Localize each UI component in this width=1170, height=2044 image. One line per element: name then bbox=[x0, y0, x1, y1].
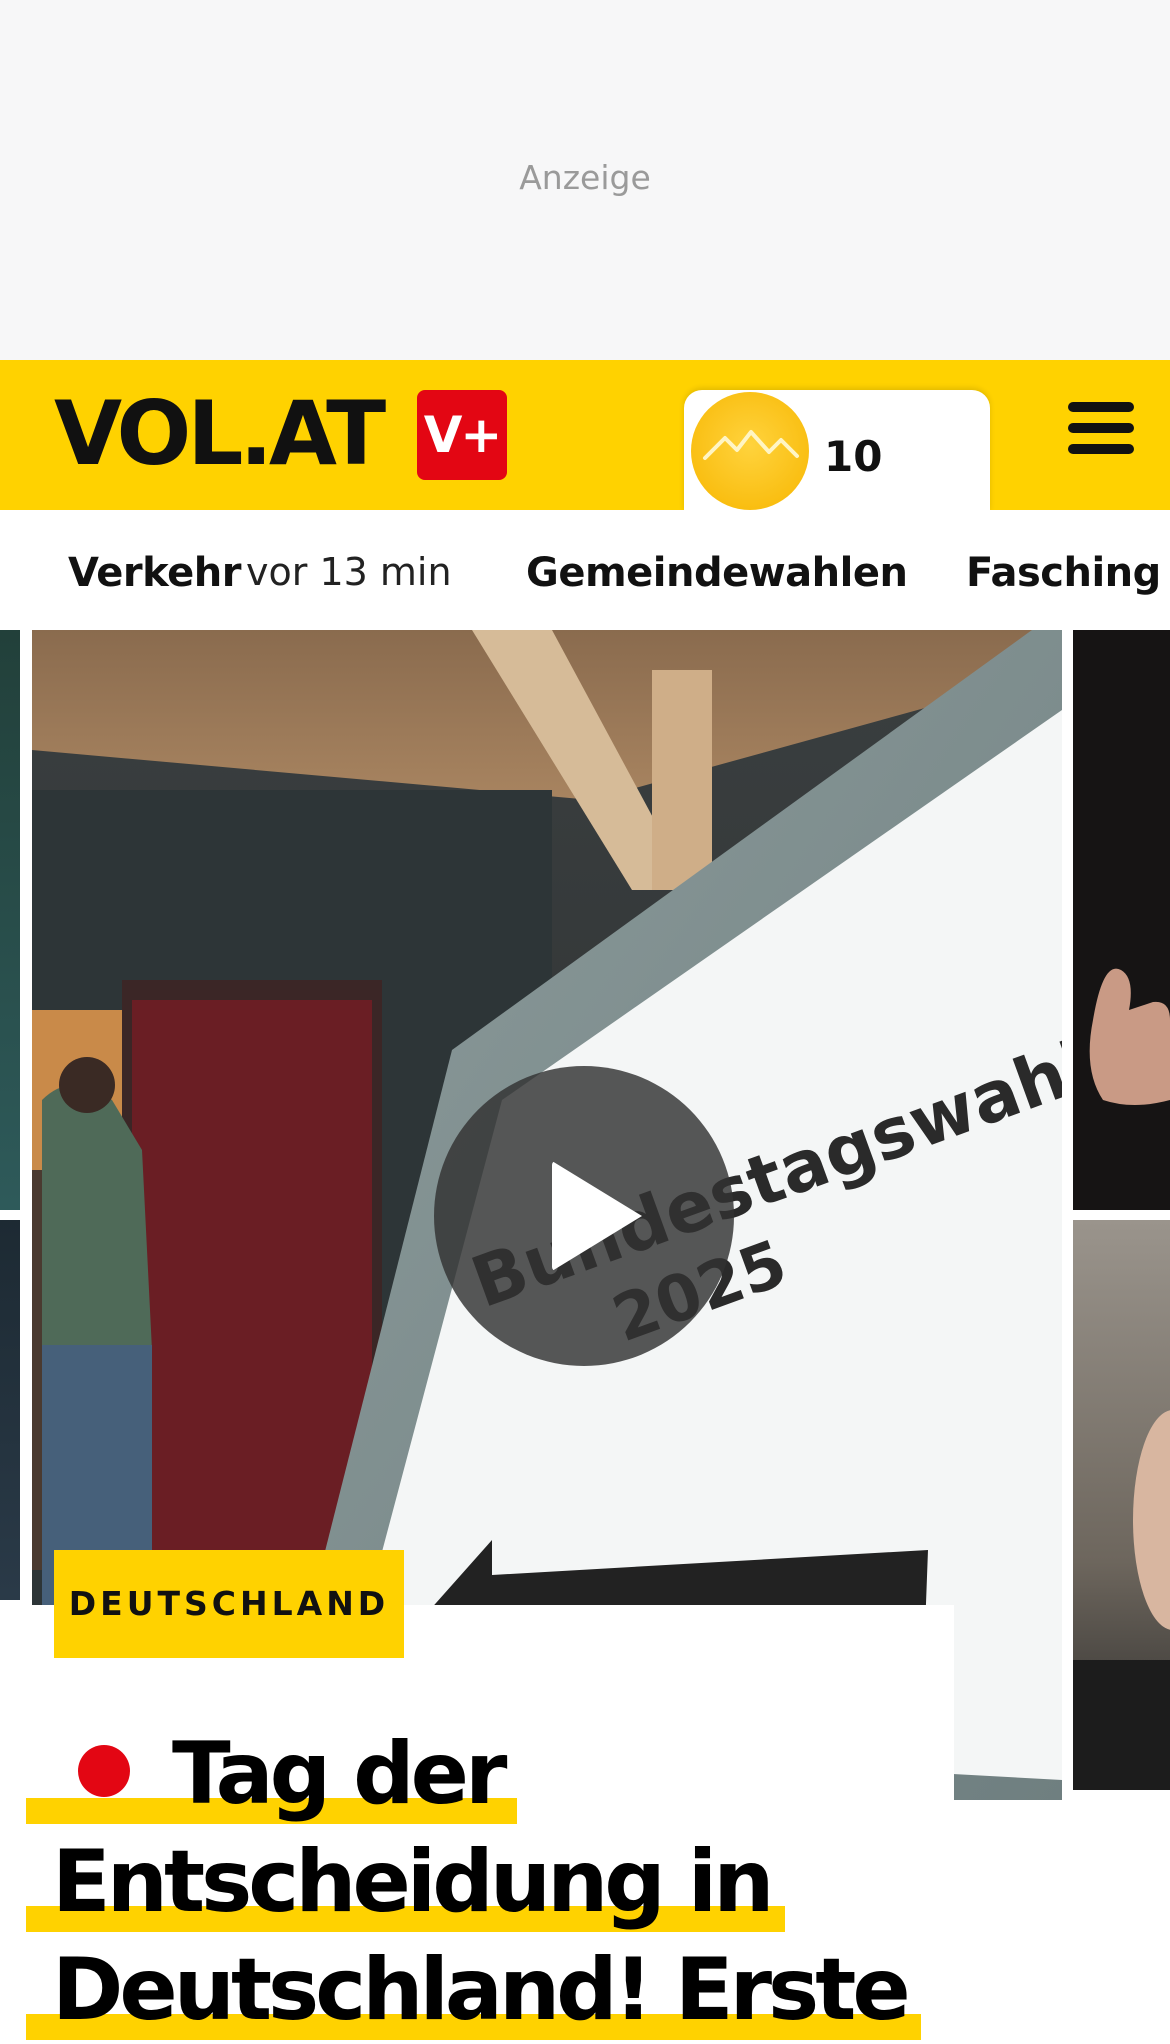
site-logo[interactable]: VOL.AT bbox=[54, 384, 386, 484]
sun-mountains-icon bbox=[691, 392, 809, 510]
vplus-badge[interactable]: V+ bbox=[417, 390, 507, 480]
nav-item-fasching[interactable]: Fasching bbox=[966, 550, 1161, 596]
story-carousel[interactable]: Bundestagswahl 2025 DEUTSCHLAND Tag der … bbox=[0, 630, 1170, 2040]
site-header: VOL.AT V+ 10 bbox=[0, 360, 1170, 512]
hamburger-menu-icon[interactable] bbox=[1068, 402, 1138, 454]
headline-line-2: Entscheidung in bbox=[52, 1832, 774, 1932]
play-button[interactable] bbox=[434, 1066, 734, 1366]
nav-item-verkehr[interactable]: Verkehr bbox=[68, 550, 241, 596]
nav-item-gemeindewahlen[interactable]: Gemeindewahlen bbox=[526, 550, 908, 596]
nav-item-verkehr-time: vor 13 min bbox=[246, 550, 452, 594]
ad-slot: Anzeige bbox=[0, 0, 1170, 360]
prev-card-image[interactable] bbox=[0, 630, 20, 1210]
weather-temperature: 10 bbox=[824, 432, 883, 481]
weather-widget[interactable]: 10 bbox=[684, 390, 990, 512]
topic-nav: Verkehr vor 13 min Gemeindewahlen Faschi… bbox=[0, 510, 1170, 630]
play-icon bbox=[552, 1161, 642, 1271]
prev-card-image-2[interactable] bbox=[0, 1220, 20, 1600]
headline-line-1: Tag der bbox=[172, 1724, 507, 1824]
headline-line-3: Deutschland! Erste bbox=[52, 1940, 911, 2040]
category-tag[interactable]: DEUTSCHLAND bbox=[54, 1550, 404, 1658]
article-headline[interactable]: Tag der Entscheidung in Deutschland! Ers… bbox=[26, 1720, 926, 2044]
next-card-image[interactable] bbox=[1073, 630, 1170, 1210]
ad-label: Anzeige bbox=[519, 158, 651, 197]
next-card-image-2[interactable] bbox=[1073, 1220, 1170, 1790]
live-indicator bbox=[78, 1745, 130, 1797]
